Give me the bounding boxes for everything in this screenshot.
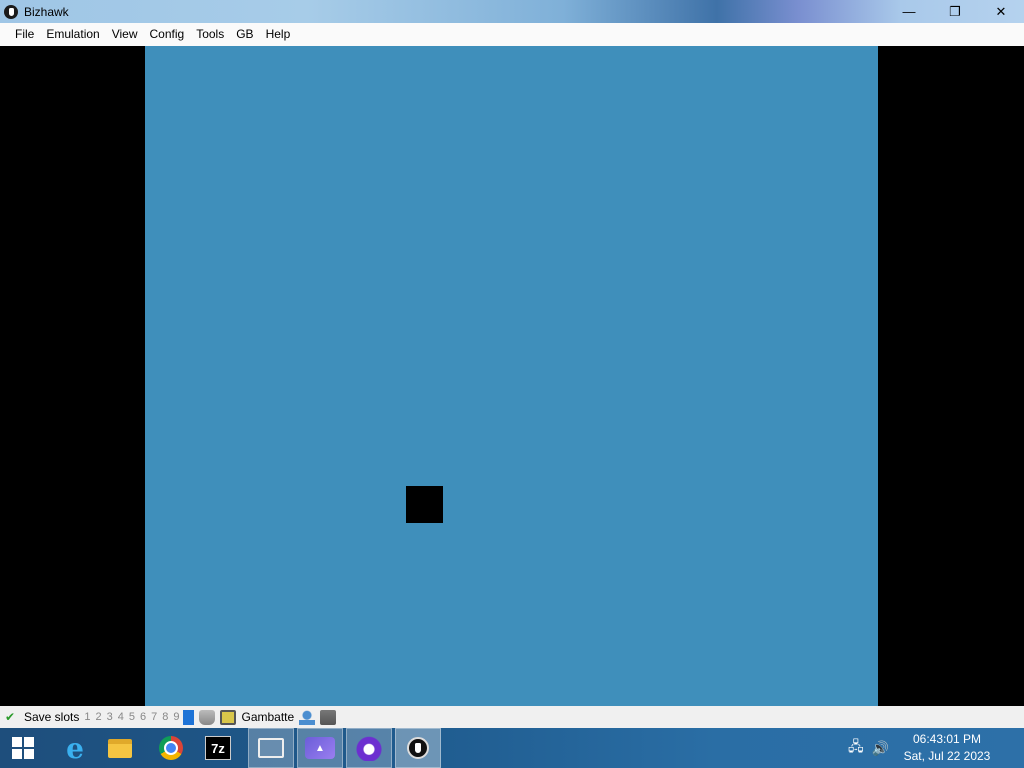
menu-bar: File Emulation View Config Tools GB Help — [0, 23, 1024, 46]
taskbar-clock[interactable]: 06:43:01 PM Sat, Jul 22 2023 — [902, 731, 992, 765]
restore-button[interactable]: ❐ — [932, 0, 978, 23]
controller-icon[interactable] — [199, 709, 216, 725]
plug-icon[interactable] — [320, 709, 337, 725]
taskbar-internet-explorer[interactable]: e — [52, 728, 98, 768]
internet-explorer-icon: e — [66, 731, 84, 765]
menu-gb[interactable]: GB — [230, 23, 259, 46]
volume-icon[interactable]: 🔊 — [872, 740, 889, 757]
menu-config[interactable]: Config — [144, 23, 191, 46]
purple-app-icon: ▲ — [305, 737, 335, 759]
black-square-sprite — [406, 486, 443, 523]
save-slot-6[interactable]: 6 — [140, 711, 146, 723]
status-bar: ✔ Save slots 1 2 3 4 5 6 7 8 9 Gambatte — [0, 706, 1024, 728]
gameboy-icon — [220, 709, 237, 725]
title-bar[interactable]: Bizhawk — ❐ ✕ — [0, 0, 1024, 23]
menu-emulation[interactable]: Emulation — [40, 23, 105, 46]
system-tray: 🖧 🔊 — [848, 728, 889, 768]
save-slots-label[interactable]: Save slots — [24, 710, 79, 724]
menu-file[interactable]: File — [9, 23, 40, 46]
menu-help[interactable]: Help — [260, 23, 297, 46]
taskbar-7zip[interactable]: 7z — [195, 728, 241, 768]
clock-time: 06:43:01 PM — [912, 732, 982, 746]
monster-icon — [355, 735, 383, 761]
desktop: Bizhawk — ❐ ✕ File Emulation View Config… — [0, 0, 1024, 768]
window-title: Bizhawk — [24, 4, 69, 19]
taskbar-chrome[interactable] — [148, 728, 194, 768]
save-slot-2[interactable]: 2 — [95, 711, 101, 723]
save-slot-4[interactable]: 4 — [118, 711, 124, 723]
taskbar-printer-app[interactable] — [248, 728, 294, 768]
save-slot-1[interactable]: 1 — [84, 711, 90, 723]
network-icon[interactable]: 🖧 — [848, 736, 864, 760]
core-name: Gambatte — [241, 710, 295, 724]
game-screen[interactable] — [145, 46, 878, 706]
checkmark-icon: ✔ — [5, 710, 16, 724]
printer-icon — [258, 738, 284, 758]
taskbar-file-explorer[interactable] — [97, 728, 143, 768]
chrome-icon — [159, 736, 183, 760]
save-slot-7[interactable]: 7 — [151, 711, 157, 723]
menu-view[interactable]: View — [106, 23, 144, 46]
taskbar-bizhawk[interactable] — [395, 728, 441, 768]
user-icon[interactable] — [299, 709, 316, 725]
clock-date: Sat, Jul 22 2023 — [903, 749, 991, 763]
save-slot-5[interactable]: 5 — [129, 711, 135, 723]
save-slot-3[interactable]: 3 — [107, 711, 113, 723]
start-button[interactable] — [0, 728, 46, 768]
7zip-icon: 7z — [205, 736, 231, 760]
taskbar-purple-app[interactable]: ▲ — [297, 728, 343, 768]
menu-tools[interactable]: Tools — [190, 23, 230, 46]
save-slot-9[interactable]: 9 — [173, 711, 179, 723]
folder-icon — [108, 738, 132, 758]
bizhawk-app-icon — [4, 4, 18, 19]
emulator-viewport — [0, 46, 1024, 706]
window-controls: — ❐ ✕ — [886, 0, 1024, 23]
active-slot-indicator[interactable] — [183, 709, 195, 725]
bizhawk-icon — [407, 737, 429, 759]
save-slot-8[interactable]: 8 — [162, 711, 168, 723]
windows-logo-icon — [12, 737, 34, 759]
taskbar-monster-app[interactable] — [346, 728, 392, 768]
taskbar: e 7z ▲ 🖧 🔊 06:43:01 PM Sat, Jul 22 2023 — [0, 728, 1024, 768]
minimize-button[interactable]: — — [886, 0, 932, 23]
close-button[interactable]: ✕ — [978, 0, 1024, 23]
